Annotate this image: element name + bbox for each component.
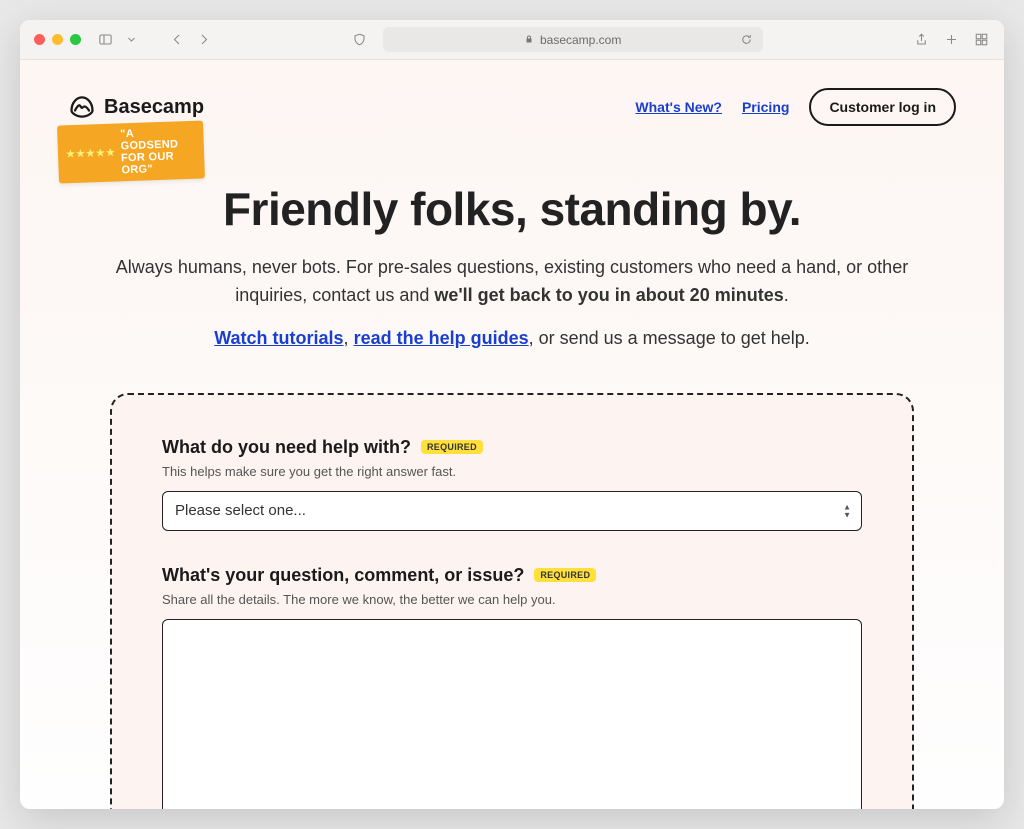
nav-right: What's New? Pricing Customer log in <box>635 88 956 126</box>
brand-logo[interactable]: Basecamp <box>68 93 204 121</box>
select-caret-icon: ▲▼ <box>843 503 851 518</box>
new-tab-icon[interactable] <box>944 32 960 48</box>
message-hint: Share all the details. The more we know,… <box>162 592 862 607</box>
address-bar[interactable]: basecamp.com <box>383 27 763 52</box>
tagline-text: "A GODSEND FOR OUR ORG" <box>120 126 195 177</box>
forward-icon[interactable] <box>195 32 211 48</box>
site-header: Basecamp ★★★★★ "A GODSEND FOR OUR ORG" W… <box>20 60 1004 126</box>
whats-new-link[interactable]: What's New? <box>635 99 722 115</box>
back-icon[interactable] <box>169 32 185 48</box>
refresh-icon[interactable] <box>739 32 755 48</box>
pricing-link[interactable]: Pricing <box>742 99 789 115</box>
page-title: Friendly folks, standing by. <box>80 182 944 236</box>
topic-label: What do you need help with? <box>162 437 411 458</box>
maximize-window-icon[interactable] <box>70 34 81 45</box>
hero-subtitle: Always humans, never bots. For pre-sales… <box>80 254 944 310</box>
brand-name: Basecamp <box>104 96 204 119</box>
required-badge: REQUIRED <box>534 568 596 582</box>
chevron-down-icon[interactable] <box>123 32 139 48</box>
basecamp-logo-icon <box>68 93 96 121</box>
stars-icon: ★★★★★ <box>66 147 116 160</box>
message-label: What's your question, comment, or issue? <box>162 565 524 586</box>
close-window-icon[interactable] <box>34 34 45 45</box>
watch-tutorials-link[interactable]: Watch tutorials <box>214 328 343 348</box>
window-controls <box>34 34 81 45</box>
topic-select-value: Please select one... <box>175 502 306 519</box>
share-icon[interactable] <box>914 32 930 48</box>
hero-links-row: Watch tutorials, read the help guides, o… <box>80 328 944 349</box>
sidebar-toggle-icon[interactable] <box>97 32 113 48</box>
address-bar-text: basecamp.com <box>540 33 621 47</box>
page-content: Basecamp ★★★★★ "A GODSEND FOR OUR ORG" W… <box>20 60 1004 809</box>
browser-chrome: basecamp.com <box>20 20 1004 60</box>
privacy-shield-icon[interactable] <box>351 32 367 48</box>
browser-window: basecamp.com <box>20 20 1004 809</box>
form-group-topic: What do you need help with? REQUIRED Thi… <box>162 437 862 531</box>
tagline-badge: ★★★★★ "A GODSEND FOR OUR ORG" <box>57 120 205 183</box>
required-badge: REQUIRED <box>421 440 483 454</box>
form-group-message: What's your question, comment, or issue?… <box>162 565 862 809</box>
lock-icon <box>524 33 534 47</box>
customer-login-button[interactable]: Customer log in <box>809 88 956 126</box>
minimize-window-icon[interactable] <box>52 34 63 45</box>
tabs-overview-icon[interactable] <box>974 32 990 48</box>
topic-hint: This helps make sure you get the right a… <box>162 464 862 479</box>
contact-form: What do you need help with? REQUIRED Thi… <box>110 393 914 809</box>
help-guides-link[interactable]: read the help guides <box>354 328 529 348</box>
message-textarea[interactable] <box>162 619 862 809</box>
topic-select[interactable]: Please select one... ▲▼ <box>162 491 862 531</box>
